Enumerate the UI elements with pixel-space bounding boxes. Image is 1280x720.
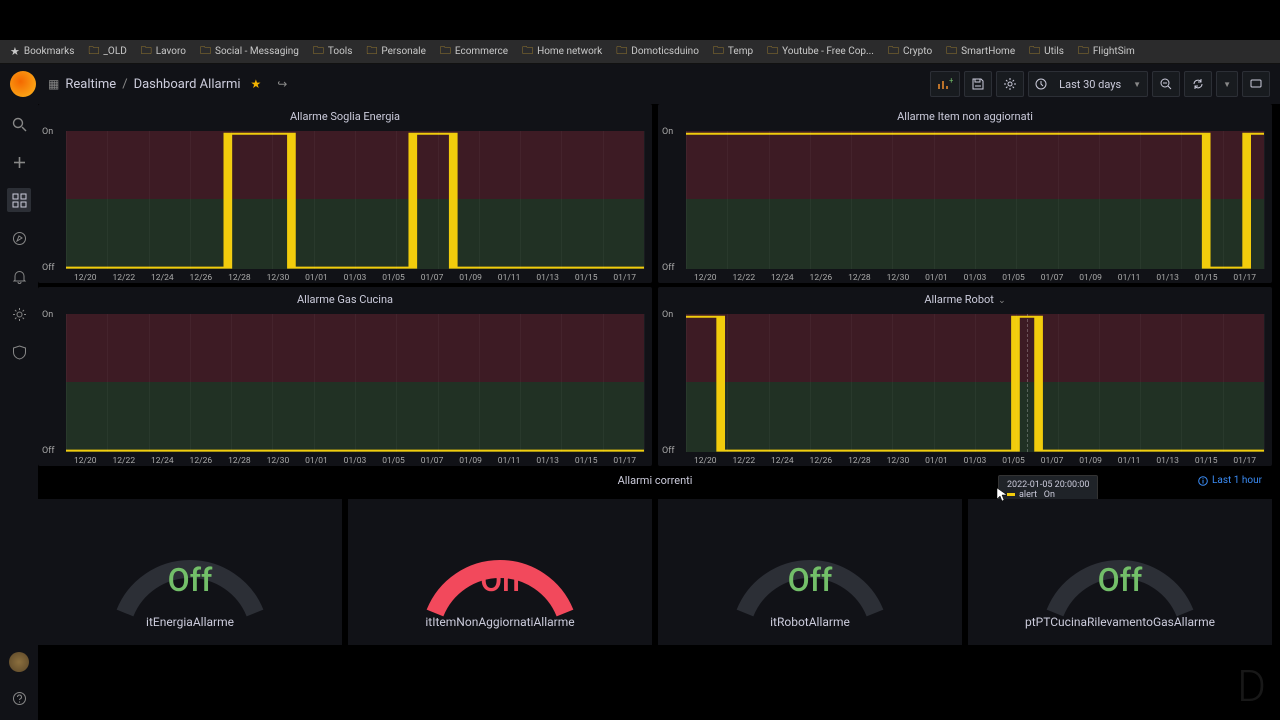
breadcrumb: ▦ Realtime / Dashboard Allarmi ★ ↪ xyxy=(48,77,287,92)
chart-area[interactable]: On Off xyxy=(66,131,644,269)
x-axis: 12/2012/2212/2412/2612/2812/3001/0101/03… xyxy=(66,456,644,466)
x-axis: 12/2012/2212/2412/2612/2812/3001/0101/03… xyxy=(686,456,1264,466)
star-icon[interactable]: ★ xyxy=(251,77,262,91)
chart-area[interactable]: On Off xyxy=(686,131,1264,269)
svg-text:+: + xyxy=(949,78,953,85)
sidebar xyxy=(0,104,38,720)
alerting-icon[interactable] xyxy=(7,264,31,288)
dashboards-icon[interactable] xyxy=(7,188,31,212)
bookmark-item[interactable]: 🗀FlightSim xyxy=(1078,42,1135,61)
gauge-value: On xyxy=(415,561,585,599)
share-icon[interactable]: ↪ xyxy=(277,77,287,91)
watermark: D xyxy=(1237,660,1262,712)
gauge-item-non-aggiornati[interactable]: On itItemNonAggiornatiAllarme xyxy=(348,499,652,645)
view-mode-button[interactable] xyxy=(1242,71,1270,97)
bookmark-item[interactable]: 🗀Tools xyxy=(313,42,352,61)
bookmark-item[interactable]: 🗀Temp xyxy=(713,42,753,61)
server-admin-icon[interactable] xyxy=(7,340,31,364)
zoom-out-button[interactable] xyxy=(1152,71,1180,97)
app-header: ▦ Realtime / Dashboard Allarmi ★ ↪ + Las… xyxy=(0,64,1280,104)
gauge-energia[interactable]: Off itEnergiaAllarme xyxy=(38,499,342,645)
panel-title: Allarme Soglia Energia xyxy=(38,104,652,125)
bookmarks-bar: ★Bookmarks 🗀_OLD 🗀Lavoro 🗀Social - Messa… xyxy=(0,40,1280,64)
configuration-icon[interactable] xyxy=(7,302,31,326)
bookmark-item[interactable]: 🗀SmartHome xyxy=(946,42,1015,61)
x-axis: 12/2012/2212/2412/2612/2812/3001/0101/03… xyxy=(686,273,1264,283)
breadcrumb-folder[interactable]: Realtime xyxy=(65,77,116,92)
bookmark-item[interactable]: 🗀Youtube - Free Cop... xyxy=(767,42,874,61)
bookmark-item[interactable]: ★Bookmarks xyxy=(10,45,74,58)
panel-allarme-item-non-aggiornati[interactable]: Allarme Item non aggiornati On Off 12/20… xyxy=(658,104,1272,283)
chevron-down-icon: ▼ xyxy=(1133,80,1141,89)
panel-title: Allarme Robot ⌄ xyxy=(658,287,1272,308)
bookmark-item[interactable]: 🗀Lavoro xyxy=(141,42,186,61)
refresh-button[interactable] xyxy=(1184,71,1212,97)
search-icon[interactable] xyxy=(7,112,31,136)
bookmark-item[interactable]: 🗀Personale xyxy=(366,42,426,61)
gauge-cucina-gas[interactable]: Off ptPTCucinaRilevamentoGasAllarme xyxy=(968,499,1272,645)
add-panel-button[interactable]: + xyxy=(930,71,960,97)
dashboard-icon: ▦ xyxy=(48,77,59,91)
panel-title: Allarme Item non aggiornati xyxy=(658,104,1272,125)
chevron-down-icon[interactable]: ⌄ xyxy=(996,296,1006,306)
bookmark-item[interactable]: 🗀Social - Messaging xyxy=(200,42,299,61)
panel-allarme-soglia-energia[interactable]: Allarme Soglia Energia On Off 12/2012/22… xyxy=(38,104,652,283)
gauge-value: Off xyxy=(1035,561,1205,599)
settings-button[interactable] xyxy=(996,71,1024,97)
bookmark-item[interactable]: 🗀Domoticsduino xyxy=(616,42,699,61)
gauge-robot[interactable]: Off itRobotAllarme xyxy=(658,499,962,645)
panel-allarme-robot[interactable]: Allarme Robot ⌄ On Off 12/2012/2212/2412… xyxy=(658,287,1272,466)
gauge-value: Off xyxy=(105,561,275,599)
section-header: Allarmi correnti Last 1 hour xyxy=(38,470,1272,491)
time-range-picker[interactable]: Last 30 days ▼ xyxy=(1028,71,1148,97)
breadcrumb-dashboard[interactable]: Dashboard Allarmi xyxy=(134,77,241,92)
section-title: Allarmi correnti xyxy=(618,474,693,487)
refresh-interval-button[interactable]: ▼ xyxy=(1216,71,1238,97)
bookmark-item[interactable]: 🗀Utils xyxy=(1029,42,1064,61)
bookmark-item[interactable]: 🗀Ecommerce xyxy=(440,42,508,61)
save-button[interactable] xyxy=(964,71,992,97)
x-axis: 12/2012/2212/2412/2612/2812/3001/0101/03… xyxy=(66,273,644,283)
panel-allarme-gas-cucina[interactable]: Allarme Gas Cucina On Off 12/2012/2212/2… xyxy=(38,287,652,466)
explore-icon[interactable] xyxy=(7,226,31,250)
help-icon[interactable] xyxy=(7,686,31,710)
section-time-info[interactable]: Last 1 hour xyxy=(1198,475,1262,486)
panel-title: Allarme Gas Cucina xyxy=(38,287,652,308)
grafana-logo[interactable] xyxy=(10,71,36,97)
create-icon[interactable] xyxy=(7,150,31,174)
chart-area[interactable]: On Off xyxy=(686,314,1264,452)
chart-area[interactable]: On Off xyxy=(66,314,644,452)
avatar[interactable] xyxy=(9,652,29,672)
bookmark-item[interactable]: 🗀_OLD xyxy=(88,42,126,61)
bookmark-item[interactable]: 🗀Crypto xyxy=(888,42,932,61)
bookmark-item[interactable]: 🗀Home network xyxy=(522,42,602,61)
gauge-value: Off xyxy=(725,561,895,599)
